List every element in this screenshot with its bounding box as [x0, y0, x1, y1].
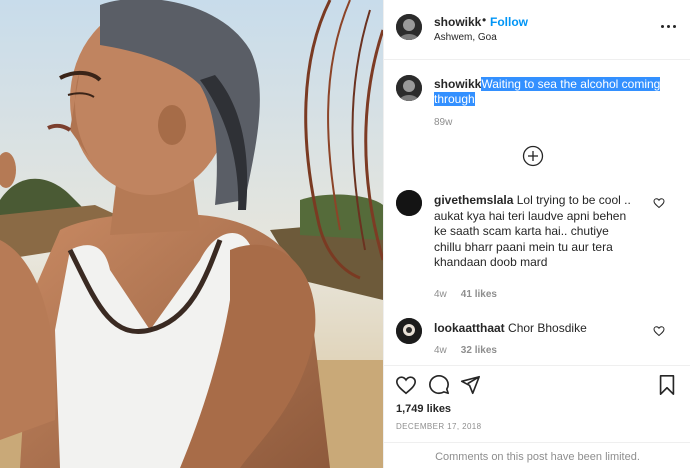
- instagram-post: showikk • Follow Ashwem, Goa showikkWait…: [0, 0, 690, 468]
- separator-dot: •: [482, 13, 487, 27]
- profile-photo-icon: [396, 190, 422, 216]
- follow-button[interactable]: Follow: [490, 15, 528, 29]
- comment-avatar[interactable]: [396, 190, 422, 216]
- post-actions: 1,749 likes DECEMBER 17, 2018 Comments o…: [384, 365, 690, 468]
- caption-username[interactable]: showikk: [434, 77, 481, 91]
- profile-photo-icon: [396, 75, 422, 101]
- likes-count[interactable]: 1,749 likes: [396, 403, 451, 415]
- comment-likes[interactable]: 32 likes: [461, 345, 497, 356]
- caption-timestamp[interactable]: 89w: [434, 117, 452, 128]
- username-link[interactable]: showikk: [434, 15, 481, 29]
- comment-username[interactable]: lookaatthaat: [434, 321, 505, 335]
- caption-avatar[interactable]: [396, 75, 422, 101]
- more-options-icon[interactable]: [661, 24, 677, 30]
- profile-photo-icon: [396, 318, 422, 344]
- plus-circle-icon[interactable]: [522, 145, 544, 167]
- dot-icon: [667, 25, 670, 28]
- profile-photo-icon: [396, 14, 422, 40]
- post-date[interactable]: DECEMBER 17, 2018: [396, 422, 482, 431]
- location-link[interactable]: Ashwem, Goa: [434, 32, 497, 43]
- post-photo[interactable]: [0, 0, 383, 468]
- dot-icon: [661, 25, 664, 28]
- comment-meta: 4w 41 likes: [434, 289, 497, 300]
- comment-body: Chor Bhosdike: [508, 321, 587, 335]
- post-side-panel: showikk • Follow Ashwem, Goa showikkWait…: [383, 0, 690, 468]
- comment-text: lookaatthaat Chor Bhosdike: [434, 321, 639, 337]
- comment-meta: 4w 32 likes: [434, 345, 497, 356]
- heart-icon[interactable]: [653, 325, 665, 337]
- post-header: showikk • Follow Ashwem, Goa: [384, 0, 690, 60]
- avatar[interactable]: [396, 14, 422, 40]
- comment-icon[interactable]: [428, 374, 450, 396]
- comment-username[interactable]: givethemslala: [434, 193, 513, 207]
- comment-avatar[interactable]: [396, 318, 422, 344]
- comment-text: givethemslala Lol trying to be cool .. a…: [434, 193, 639, 271]
- dot-icon: [673, 25, 676, 28]
- caption: showikkWaiting to sea the alcohol coming…: [434, 77, 669, 107]
- heart-icon[interactable]: [653, 197, 665, 209]
- comment-timestamp[interactable]: 4w: [434, 289, 447, 300]
- comment-timestamp[interactable]: 4w: [434, 345, 447, 356]
- share-icon[interactable]: [459, 374, 481, 396]
- comments-limited-notice: Comments on this post have been limited.: [384, 442, 690, 468]
- post-image: [0, 0, 383, 468]
- comment-likes[interactable]: 41 likes: [461, 289, 497, 300]
- bookmark-icon[interactable]: [656, 374, 678, 396]
- heart-icon[interactable]: [395, 374, 417, 396]
